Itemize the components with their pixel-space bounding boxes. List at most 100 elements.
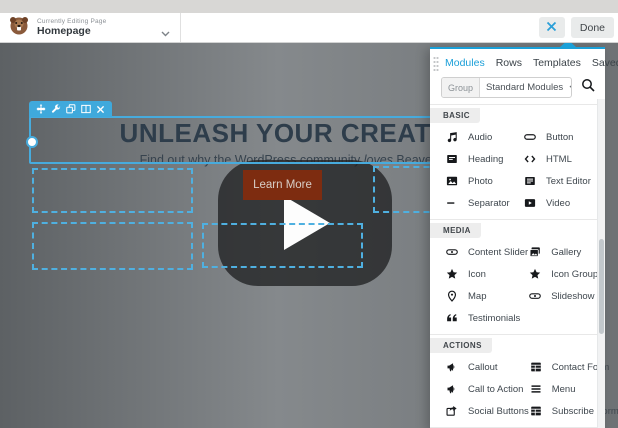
section-title: MEDIA	[430, 223, 481, 238]
tab-saved[interactable]: Saved	[592, 57, 618, 69]
section-title: BASIC	[430, 108, 480, 123]
map-pin-icon	[445, 290, 459, 302]
module-item-testimonials[interactable]: Testimonials	[445, 307, 528, 329]
module-label: Content Slider	[468, 247, 528, 258]
builder-topbar: Currently Editing Page Homepage Done	[0, 13, 618, 43]
close-icon[interactable]	[93, 101, 108, 117]
module-sections: BASIC Audio Button Heading HTML Photo Text Edi…	[430, 104, 605, 428]
module-item-icon-group[interactable]: Icon Group	[528, 263, 601, 285]
module-label: Gallery	[551, 247, 581, 258]
search-icon	[581, 78, 595, 97]
heading-icon	[445, 153, 459, 165]
module-label: Subscribe Form	[552, 406, 618, 417]
tab-rows[interactable]: Rows	[496, 57, 522, 69]
chevron-down-icon	[569, 78, 572, 97]
module-item-photo[interactable]: Photo	[445, 170, 523, 192]
button-icon	[523, 131, 537, 143]
tab-modules[interactable]: Modules	[445, 57, 485, 69]
module-label: Call to Action	[468, 384, 523, 395]
module-label: Social Buttons	[468, 406, 529, 417]
module-label: Testimonials	[468, 313, 520, 324]
form-icon	[529, 405, 543, 417]
module-grid: CalloutContact FormCall to ActionMenuSoc…	[430, 353, 605, 427]
text-editor-icon	[523, 175, 537, 187]
module-label: HTML	[546, 154, 572, 165]
group-select[interactable]: Group Standard Modules	[441, 77, 572, 98]
module-label: Slideshow	[551, 291, 594, 302]
music-note-icon	[445, 131, 459, 143]
module-item-slideshow[interactable]: Slideshow	[528, 285, 601, 307]
resize-handle[interactable]	[26, 136, 38, 148]
tab-templates[interactable]: Templates	[533, 57, 581, 69]
module-toolbar	[29, 101, 112, 117]
wrench-icon[interactable]	[48, 101, 63, 117]
megaphone-icon	[445, 383, 459, 395]
module-label: Separator	[468, 198, 510, 209]
close-builder-button[interactable]	[539, 17, 565, 38]
panel-drag-handle-icon[interactable]	[433, 56, 439, 72]
page-switcher-text: Currently Editing Page Homepage	[37, 18, 106, 38]
module-grid: Audio Button Heading HTML Photo Text Editor Se…	[430, 123, 605, 219]
move-icon[interactable]	[33, 101, 48, 117]
module-label: Video	[546, 198, 570, 209]
gallery-icon	[528, 246, 542, 258]
module-label: Button	[546, 132, 573, 143]
search-button[interactable]	[579, 78, 597, 97]
quote-icon	[445, 312, 459, 324]
form-icon	[529, 361, 543, 373]
section-actions: ACTIONSCalloutContact FormCall to Action…	[430, 334, 605, 427]
columns-icon[interactable]	[78, 101, 93, 117]
module-item-callout[interactable]: Callout	[445, 356, 529, 378]
section-basic: BASIC Audio Button Heading HTML Photo Text Edi…	[430, 104, 605, 219]
module-grid: Content Slider Gallery Icon Icon Group Map Sl…	[430, 238, 605, 334]
column-drop-zone[interactable]	[32, 168, 193, 213]
module-label: Heading	[468, 154, 503, 165]
module-label: Icon Group	[551, 269, 598, 280]
module-item-gallery[interactable]: Gallery	[528, 241, 601, 263]
close-x-icon	[546, 19, 557, 37]
group-select-value: Standard Modules	[480, 78, 569, 97]
module-label: Menu	[552, 384, 576, 395]
slider-icon	[445, 246, 459, 258]
module-label: Photo	[468, 176, 493, 187]
module-item-social-buttons[interactable]: Social Buttons	[445, 400, 529, 422]
module-item-icon[interactable]: Icon	[445, 263, 528, 285]
module-label: Audio	[468, 132, 492, 143]
video-icon	[523, 197, 537, 209]
slider-icon	[528, 290, 542, 302]
column-drop-zone[interactable]	[202, 223, 363, 268]
beaver-builder-editor: UNLEASH YOUR CREATIVITY Find out why the…	[0, 0, 618, 428]
module-item-video[interactable]: Video	[523, 192, 601, 214]
panel-tabs: ModulesRowsTemplatesSaved	[430, 49, 605, 76]
module-item-call-to-action[interactable]: Call to Action	[445, 378, 529, 400]
share-icon	[445, 405, 459, 417]
duplicate-icon[interactable]	[63, 101, 78, 117]
star-icon	[528, 268, 542, 280]
hamburger-icon	[529, 383, 543, 395]
star-icon	[445, 268, 459, 280]
photo-icon	[445, 175, 459, 187]
module-item-audio[interactable]: Audio	[445, 126, 523, 148]
content-panel: ModulesRowsTemplatesSaved Group Standard…	[430, 47, 605, 428]
page-switcher-dropdown[interactable]: Currently Editing Page Homepage	[0, 13, 181, 42]
module-label: Map	[468, 291, 486, 302]
module-item-html[interactable]: HTML	[523, 148, 601, 170]
learn-more-button[interactable]: Learn More	[243, 170, 322, 200]
window-top-strip	[0, 0, 618, 13]
panel-scrollbar-thumb[interactable]	[599, 239, 604, 334]
panel-scrollbar-track[interactable]	[597, 99, 605, 428]
module-item-content-slider[interactable]: Content Slider	[445, 241, 528, 263]
done-button[interactable]: Done	[571, 17, 614, 38]
column-drop-zone[interactable]	[32, 222, 193, 270]
module-item-separator[interactable]: Separator	[445, 192, 523, 214]
module-label: Text Editor	[546, 176, 591, 187]
module-item-button[interactable]: Button	[523, 126, 601, 148]
module-item-text-editor[interactable]: Text Editor	[523, 170, 601, 192]
module-group-row: Group Standard Modules	[430, 76, 605, 104]
group-select-label: Group	[442, 78, 480, 97]
separator-icon	[445, 197, 459, 209]
module-item-map[interactable]: Map	[445, 285, 528, 307]
section-title: ACTIONS	[430, 338, 492, 353]
module-item-heading[interactable]: Heading	[445, 148, 523, 170]
editing-label: Currently Editing Page	[37, 18, 106, 25]
